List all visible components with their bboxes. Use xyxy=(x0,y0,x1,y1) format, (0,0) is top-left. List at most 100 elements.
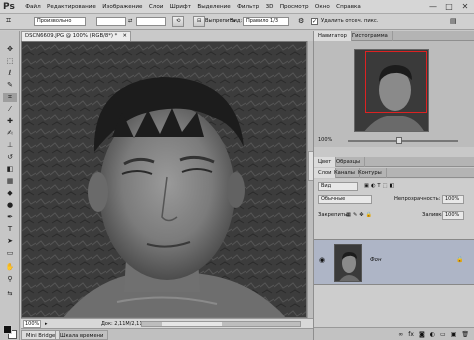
navigator-zoom-knob[interactable] xyxy=(396,137,402,144)
close-document-icon[interactable]: ✕ xyxy=(123,32,127,41)
horizontal-scrollbar[interactable] xyxy=(141,321,301,327)
layers-panel: Вид ▣◐T⬚◧ Обычные Непрозрачность: 100% З… xyxy=(314,179,474,340)
lock-label: Закрепить: xyxy=(318,212,349,218)
add-mask-icon[interactable]: ◙ xyxy=(419,331,425,338)
photoshop-logo: Ps xyxy=(3,2,15,12)
navigator-panel: 100% xyxy=(314,41,474,147)
layers-panel-tabs: Слои Каналы Контуры xyxy=(314,168,474,178)
maximize-icon[interactable]: □ xyxy=(444,2,454,12)
menu-3d[interactable]: 3D xyxy=(262,0,276,14)
shape-tool-icon[interactable]: ▭ xyxy=(3,249,17,258)
healing-tool-icon[interactable]: ✚ xyxy=(3,117,17,126)
overlay-view-select[interactable]: Правило 1/3 xyxy=(243,17,289,26)
document-tab[interactable]: DSCN6609.JPG @ 100% (RGB/8*) * ✕ xyxy=(21,31,131,41)
blend-mode-select[interactable]: Обычные xyxy=(318,195,372,204)
menu-filter[interactable]: Фильтр xyxy=(234,0,263,14)
opacity-input[interactable]: 100% xyxy=(442,195,464,204)
crop-height-input[interactable] xyxy=(136,17,166,26)
quick-select-tool-icon[interactable]: ✎ xyxy=(3,81,17,90)
delete-layer-icon[interactable]: 🗑 xyxy=(461,331,469,338)
move-tool-icon[interactable]: ✥ xyxy=(3,45,17,54)
navigator-thumbnail[interactable] xyxy=(354,49,429,132)
straighten-icon[interactable]: ⊟ xyxy=(193,16,206,27)
bottom-panel-tabs: Mini Bridge Шкала времени xyxy=(21,328,313,340)
tab-swatches[interactable]: Образцы xyxy=(332,157,366,167)
blur-tool-icon[interactable]: ◆ xyxy=(3,189,17,198)
layer-filter-select[interactable]: Вид xyxy=(318,182,358,191)
document-title: DSCN6609.JPG @ 100% (RGB/8*) * xyxy=(25,33,118,39)
adjustment-layer-icon[interactable]: ◐ xyxy=(430,331,435,338)
stamp-tool-icon[interactable]: ⊥ xyxy=(3,141,17,150)
color-panel-tabs: Цвет Образцы xyxy=(314,157,474,167)
tab-paths[interactable]: Контуры xyxy=(354,168,387,178)
tab-histogram[interactable]: Гистограмма xyxy=(348,31,393,41)
tab-timeline[interactable]: Шкала времени xyxy=(55,330,109,340)
lock-options-icons[interactable]: ▦✎✥🔒 xyxy=(346,210,374,220)
layer-name[interactable]: Фон xyxy=(370,257,381,263)
eye-icon[interactable]: ◉ xyxy=(319,256,325,264)
hand-tool-icon[interactable]: ✋ xyxy=(3,263,17,272)
menu-select[interactable]: Выделение xyxy=(194,0,234,14)
path-select-tool-icon[interactable]: ➤ xyxy=(3,237,17,246)
color-swap-icon[interactable]: ⇆ xyxy=(3,289,17,298)
lasso-tool-icon[interactable]: ℓ xyxy=(3,69,17,78)
workspace-icon[interactable]: ▤ xyxy=(450,17,457,26)
gradient-tool-icon[interactable]: ▦ xyxy=(3,177,17,186)
opacity-label: Непрозрачность: xyxy=(394,196,441,202)
crop-style-select[interactable]: Произвольно xyxy=(34,17,86,26)
new-group-icon[interactable]: ▭ xyxy=(440,331,446,338)
color-swatches[interactable] xyxy=(3,325,17,339)
delete-cropped-checkbox[interactable]: ✓ xyxy=(311,18,318,25)
crop-icon[interactable]: ⌗ xyxy=(6,16,11,27)
layer-thumbnail-preview xyxy=(335,245,361,281)
new-layer-icon[interactable]: ▣ xyxy=(451,331,457,338)
layer-thumbnail xyxy=(334,244,362,282)
pen-tool-icon[interactable]: ✒ xyxy=(3,213,17,222)
eraser-tool-icon[interactable]: ◧ xyxy=(3,165,17,174)
document-canvas[interactable] xyxy=(21,41,307,318)
layer-row-background[interactable]: ◉ Фон 🔒 xyxy=(314,239,474,285)
history-brush-tool-icon[interactable]: ↺ xyxy=(3,153,17,162)
menu-image[interactable]: Изображение xyxy=(99,0,146,14)
options-bar: ⌗ Произвольно ⇄ ⟲ ⊟ Выпрепить Вид: Прави… xyxy=(0,14,474,30)
menu-layers[interactable]: Слои xyxy=(146,0,167,14)
crop-width-input[interactable] xyxy=(96,17,126,26)
menu-help[interactable]: Справка xyxy=(333,0,364,14)
menu-items: Файл Редактирование Изображение Слои Шри… xyxy=(22,0,364,14)
layer-filter-icons[interactable]: ▣◐T⬚◧ xyxy=(364,181,396,191)
status-bar: 100% ▸ Док: 2,11M/2,11M xyxy=(21,318,313,328)
tools-panel: ✥ ⬚ ℓ ✎ ⌗ ⁄ ✚ ✍ ⊥ ↺ ◧ ▦ ◆ ● ✒ T ➤ ▭ ✋ ⚲ … xyxy=(0,31,20,340)
navigator-view-frame[interactable] xyxy=(365,51,427,113)
menu-type[interactable]: Шрифт xyxy=(167,0,195,14)
link-layers-icon[interactable]: ∞ xyxy=(398,331,403,338)
menu-file[interactable]: Файл xyxy=(22,0,44,14)
zoom-input[interactable]: 100% xyxy=(23,320,41,328)
menu-edit[interactable]: Редактирование xyxy=(44,0,99,14)
close-icon[interactable]: ✕ xyxy=(460,2,470,12)
foreground-color-swatch[interactable] xyxy=(3,325,12,334)
crop-tool-icon[interactable]: ⌗ xyxy=(3,93,17,102)
layer-style-icon[interactable]: fx xyxy=(408,331,414,338)
marquee-tool-icon[interactable]: ⬚ xyxy=(3,57,17,66)
dodge-tool-icon[interactable]: ● xyxy=(3,201,17,210)
navigator-zoom-slider[interactable] xyxy=(348,137,458,144)
navigator-zoom-value: 100% xyxy=(318,137,333,143)
gear-icon[interactable]: ⚙ xyxy=(298,17,304,26)
zoom-tool-icon[interactable]: ⚲ xyxy=(3,275,17,284)
fill-input[interactable]: 100% xyxy=(442,211,464,220)
photo-image xyxy=(22,42,306,317)
rotate-icon[interactable]: ⟲ xyxy=(172,16,185,27)
minimize-icon[interactable]: — xyxy=(428,2,438,12)
type-tool-icon[interactable]: T xyxy=(3,225,17,234)
brush-tool-icon[interactable]: ✍ xyxy=(3,129,17,138)
swap-icon[interactable]: ⇄ xyxy=(128,17,132,26)
eyedropper-tool-icon[interactable]: ⁄ xyxy=(3,105,17,114)
menu-bar: Ps Файл Редактирование Изображение Слои … xyxy=(0,0,474,14)
tab-navigator[interactable]: Навигатор xyxy=(314,31,352,41)
delete-cropped-label: Удалить отсеч. пикс. xyxy=(321,18,379,24)
horizontal-scroll-thumb[interactable] xyxy=(162,322,222,326)
layers-bottom-bar: ∞ fx ◙ ◐ ▭ ▣ 🗑 xyxy=(314,327,474,340)
menu-window[interactable]: Окно xyxy=(312,0,333,14)
navigator-panel-tabs: Навигатор Гистограмма xyxy=(314,31,474,41)
menu-view[interactable]: Просмотр xyxy=(277,0,312,14)
